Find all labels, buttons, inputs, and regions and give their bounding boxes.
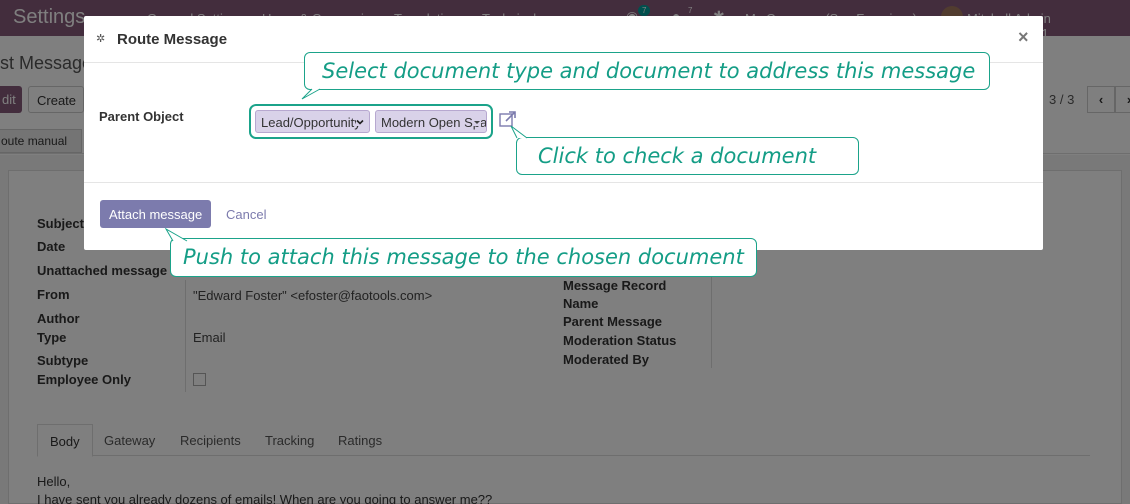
bug-icon: ✲	[96, 33, 106, 45]
attach-hint-callout: Push to attach this message to the chose…	[170, 238, 757, 277]
close-icon[interactable]: ×	[1018, 27, 1029, 48]
check-hint-pointer	[510, 125, 528, 139]
select-hint-text: Select document type and document to add…	[322, 59, 976, 83]
select-hint-pointer	[301, 88, 321, 100]
dialog-title: Route Message	[117, 31, 228, 48]
select-highlight-box	[249, 104, 493, 139]
attach-hint-pointer	[164, 227, 188, 242]
cancel-button[interactable]: Cancel	[226, 207, 266, 222]
select-hint-callout: Select document type and document to add…	[304, 52, 990, 90]
check-hint-text: Click to check a document	[538, 144, 817, 168]
attach-message-button[interactable]: Attach message	[100, 200, 211, 228]
attach-hint-text: Push to attach this message to the chose…	[183, 245, 744, 269]
parent-object-label: Parent Object	[99, 109, 184, 124]
dialog-footer-divider	[84, 182, 1043, 183]
check-hint-callout: Click to check a document	[516, 137, 859, 175]
